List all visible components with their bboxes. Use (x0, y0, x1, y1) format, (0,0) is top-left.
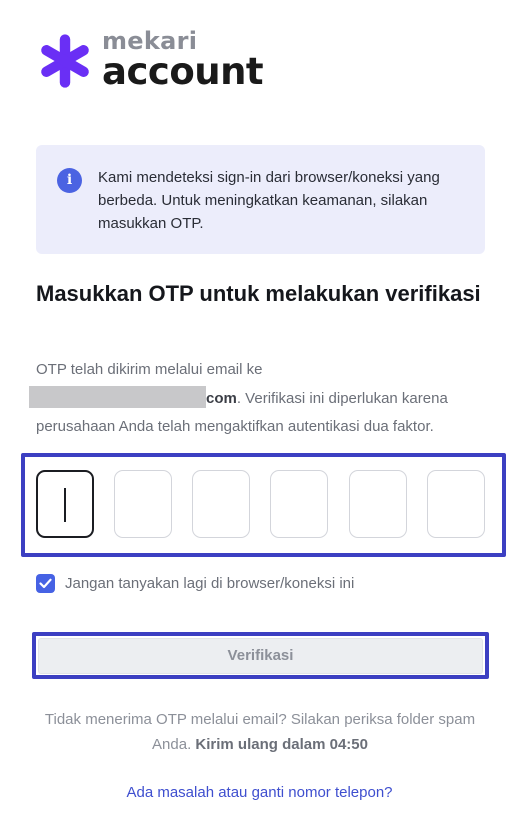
mekari-logo: mekari account (36, 28, 264, 93)
otp-digit-6[interactable] (427, 470, 485, 538)
otp-digit-4[interactable] (270, 470, 328, 538)
mekari-asterisk-icon (41, 34, 89, 88)
description-prefix: OTP telah dikirim melalui email ke (36, 361, 263, 378)
email-tail: com (206, 389, 237, 407)
otp-description: OTP telah dikirim melalui email ke com. … (29, 356, 496, 442)
remember-label[interactable]: Jangan tanyakan lagi di browser/koneksi … (65, 575, 354, 592)
help-link[interactable]: Ada masalah atau ganti nomor telepon? (0, 784, 519, 801)
resend-info: Tidak menerima OTP melalui email? Silaka… (30, 707, 490, 757)
redacted-email (29, 385, 206, 408)
security-notice: i Kami mendeteksi sign-in dari browser/k… (36, 145, 485, 254)
notice-text: Kami mendeteksi sign-in dari browser/kon… (98, 169, 440, 232)
remember-checkbox[interactable] (36, 574, 55, 593)
resend-timer[interactable]: Kirim ulang dalam 04:50 (195, 736, 368, 753)
remember-browser-option[interactable]: Jangan tanyakan lagi di browser/koneksi … (36, 574, 354, 593)
page-title: Masukkan OTP untuk melakukan verifikasi (36, 281, 481, 306)
otp-digit-3[interactable] (192, 470, 250, 538)
checkmark-icon (39, 578, 52, 589)
text-caret (64, 488, 66, 522)
otp-digit-2[interactable] (114, 470, 172, 538)
info-icon: i (57, 168, 82, 193)
otp-digit-1[interactable] (36, 470, 94, 538)
logo-main-word: account (102, 50, 264, 93)
verify-button[interactable]: Verifikasi (38, 638, 483, 674)
otp-digit-5[interactable] (349, 470, 407, 538)
